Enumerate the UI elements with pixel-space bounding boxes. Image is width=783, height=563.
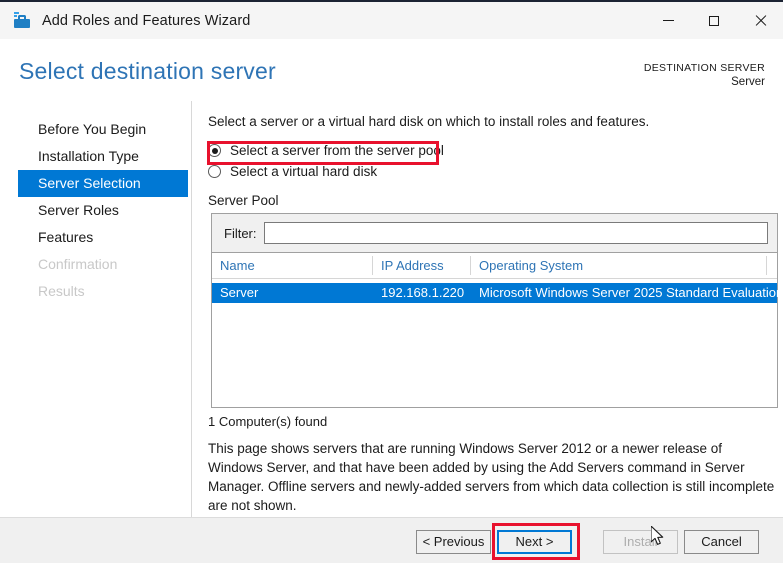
filter-input[interactable]: [263, 222, 768, 244]
close-button[interactable]: [737, 2, 783, 39]
filter-bar: Filter:: [212, 214, 777, 253]
close-icon: [755, 15, 766, 26]
cell-operating-system: Microsoft Windows Server 2025 Standard E…: [479, 285, 783, 300]
server-pool-panel: Filter: Name IP Address Operating System…: [211, 213, 783, 408]
title-bar: Add Roles and Features Wizard: [0, 2, 783, 39]
radio-server-pool[interactable]: Select a server from the server pool: [208, 143, 444, 158]
sidebar-item-server-selection[interactable]: Server Selection: [18, 170, 188, 197]
cancel-button[interactable]: Cancel: [684, 530, 759, 554]
server-pool-label: Server Pool: [208, 193, 279, 208]
explanatory-note: This page shows servers that are running…: [208, 441, 775, 513]
next-button[interactable]: Next >: [497, 530, 572, 554]
previous-button[interactable]: < Previous: [416, 530, 491, 554]
column-header-operating-system[interactable]: Operating System: [471, 253, 766, 278]
minimize-button[interactable]: [645, 2, 691, 39]
server-table-header: Name IP Address Operating System: [212, 253, 777, 279]
sidebar-item-results: Results: [38, 283, 85, 299]
column-header-name[interactable]: Name: [212, 253, 372, 278]
column-header-ip-address[interactable]: IP Address: [373, 253, 470, 278]
window-title: Add Roles and Features Wizard: [42, 12, 251, 29]
minimize-icon: [662, 20, 674, 21]
sidebar-item-server-roles[interactable]: Server Roles: [0, 197, 191, 224]
cell-name: Server: [220, 285, 259, 300]
destination-server-label: DESTINATION SERVER: [643, 62, 765, 74]
footer-bar: < Previous Next > Install Cancel: [0, 517, 783, 563]
destination-server-block: DESTINATION SERVER Server: [644, 61, 765, 91]
page-title: Select destination server: [19, 58, 276, 84]
radio-virtual-hard-disk[interactable]: Select a virtual hard disk: [208, 164, 377, 179]
main-pane: Select a server or a virtual hard disk o…: [193, 101, 783, 517]
toolbox-icon: [13, 11, 31, 30]
wizard-window: Add Roles and Features Wizard Select des…: [0, 0, 783, 563]
wizard-sidebar: Before You Begin Installation Type Serve…: [0, 101, 192, 517]
cell-ip-address: 192.168.1.220: [381, 285, 465, 300]
sidebar-item-features[interactable]: Features: [0, 224, 191, 251]
radio-server-pool-label: Select a server from the server pool: [230, 143, 444, 158]
table-row[interactable]: Server 192.168.1.220 Microsoft Windows S…: [212, 283, 783, 303]
intro-text: Select a server or a virtual hard disk o…: [208, 114, 650, 129]
server-table-body: Server 192.168.1.220 Microsoft Windows S…: [212, 279, 783, 407]
window-controls: [645, 2, 783, 39]
page-header: Select destination server DESTINATION SE…: [0, 39, 783, 101]
computers-found-count: 1 Computer(s) found: [208, 414, 328, 429]
sidebar-item-confirmation: Confirmation: [38, 256, 118, 272]
destination-server-value: Server: [731, 76, 765, 89]
sidebar-item-installation-type[interactable]: Installation Type: [0, 143, 191, 170]
maximize-icon: [709, 15, 719, 26]
radio-selected-icon: [208, 144, 221, 157]
sidebar-item-before-you-begin[interactable]: Before You Begin: [0, 116, 191, 143]
install-button: Install: [603, 530, 678, 554]
radio-virtual-hard-disk-label: Select a virtual hard disk: [230, 164, 378, 179]
maximize-button[interactable]: [691, 2, 737, 39]
radio-unselected-icon: [208, 165, 221, 178]
filter-label: Filter:: [224, 225, 257, 241]
